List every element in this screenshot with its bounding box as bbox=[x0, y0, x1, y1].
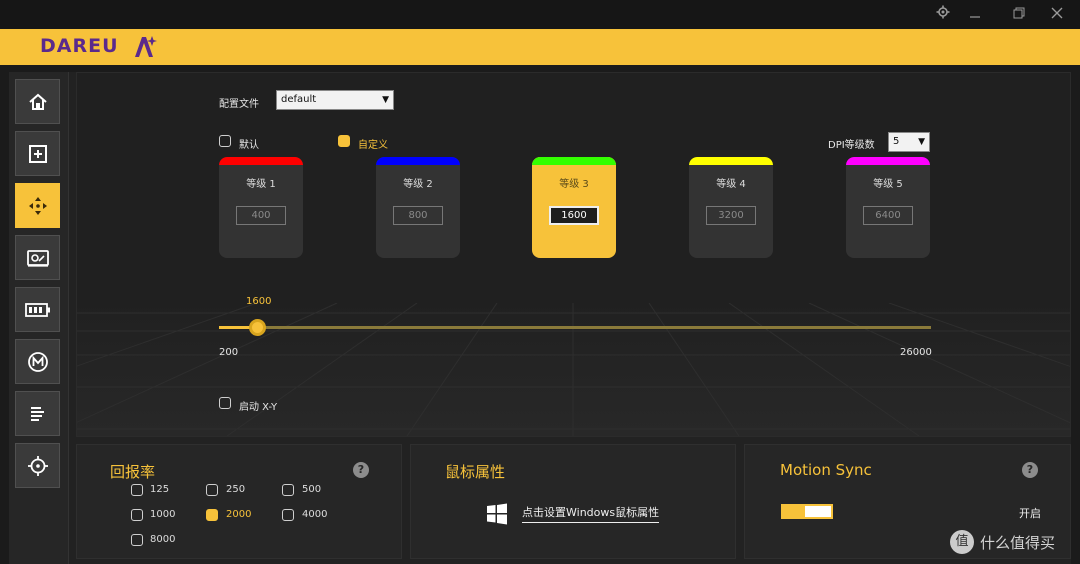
sidebar-item-dpi[interactable] bbox=[15, 183, 60, 228]
sidebar-item-home[interactable] bbox=[15, 79, 60, 124]
polling-rate-panel: 回报率 ? 125 250 500 1000 2000 4000 8000 bbox=[76, 444, 402, 559]
dpi-levels-value: 5 bbox=[893, 136, 900, 147]
rate-label-2000: 2000 bbox=[226, 509, 252, 520]
dpi-level-card-3[interactable]: 等级 3 1600 bbox=[532, 157, 616, 258]
dpi-levels-select[interactable]: 5 ▼ bbox=[888, 132, 930, 152]
rate-label-125: 125 bbox=[150, 484, 170, 495]
windows-mouse-settings-link[interactable]: 点击设置Windows鼠标属性 bbox=[522, 504, 660, 523]
rate-label-8000: 8000 bbox=[150, 534, 176, 545]
dpi-level-card-1[interactable]: 等级 1 400 bbox=[219, 157, 303, 258]
slider-current-value: 1600 bbox=[246, 296, 272, 307]
dpi-slider[interactable] bbox=[219, 319, 931, 336]
grid-floor-decoration bbox=[77, 303, 1070, 436]
watermark-text: 什么值得买 bbox=[980, 533, 1056, 552]
profile-select[interactable]: default ▼ bbox=[276, 90, 394, 110]
rate-label-1000: 1000 bbox=[150, 509, 176, 520]
rate-checkbox-250[interactable] bbox=[206, 484, 218, 496]
sidebar-item-performance[interactable] bbox=[15, 235, 60, 280]
default-mode-label: 默认 bbox=[239, 140, 259, 151]
dpi-levels-label: DPI等级数 bbox=[828, 140, 875, 151]
sidebar bbox=[9, 72, 69, 564]
level-value-input[interactable]: 800 bbox=[393, 206, 443, 225]
sidebar-item-buttons[interactable] bbox=[15, 131, 60, 176]
dpi-level-card-4[interactable]: 等级 4 3200 bbox=[689, 157, 773, 258]
watermark: 值 什么值得买 bbox=[950, 530, 1055, 554]
level-name: 等级 4 bbox=[716, 179, 746, 190]
rate-label-250: 250 bbox=[226, 484, 246, 495]
level-name: 等级 2 bbox=[403, 179, 433, 190]
level-value-input[interactable]: 6400 bbox=[863, 206, 913, 225]
close-icon[interactable] bbox=[1047, 5, 1067, 25]
rate-label-500: 500 bbox=[302, 484, 322, 495]
slider-max-label: 26000 bbox=[900, 347, 932, 358]
gear-icon[interactable] bbox=[933, 5, 953, 25]
level-name: 等级 1 bbox=[246, 179, 276, 190]
brand-bar: DAREU bbox=[0, 29, 1080, 65]
motion-sync-toggle[interactable] bbox=[781, 504, 833, 519]
restore-icon[interactable] bbox=[1009, 5, 1029, 25]
rate-checkbox-4000[interactable] bbox=[282, 509, 294, 521]
profile-label: 配置文件 bbox=[219, 99, 259, 110]
level-color-band bbox=[376, 157, 460, 165]
list-icon bbox=[30, 406, 44, 421]
rate-checkbox-8000[interactable] bbox=[131, 534, 143, 546]
toggle-knob bbox=[783, 506, 805, 517]
sidebar-item-calibration[interactable] bbox=[15, 443, 60, 488]
xy-checkbox[interactable] bbox=[219, 397, 231, 409]
polling-rate-title: 回报率 bbox=[110, 463, 156, 481]
battery-icon bbox=[24, 302, 50, 317]
help-icon[interactable]: ? bbox=[353, 462, 369, 478]
motion-sync-state: 开启 bbox=[1019, 507, 1041, 520]
level-value-input[interactable]: 1600 bbox=[549, 206, 599, 225]
level-color-band bbox=[219, 157, 303, 165]
dpi-level-card-5[interactable]: 等级 5 6400 bbox=[846, 157, 930, 258]
rate-checkbox-1000[interactable] bbox=[131, 509, 143, 521]
custom-mode-checkbox[interactable] bbox=[338, 135, 350, 147]
dpi-level-card-2[interactable]: 等级 2 800 bbox=[376, 157, 460, 258]
level-name: 等级 5 bbox=[873, 179, 903, 190]
sidebar-item-battery[interactable] bbox=[15, 287, 60, 332]
sensor-icon bbox=[26, 249, 49, 267]
rate-label-4000: 4000 bbox=[302, 509, 328, 520]
level-value-input[interactable]: 3200 bbox=[706, 206, 756, 225]
mouse-properties-panel: 鼠标属性 点击设置Windows鼠标属性 bbox=[410, 444, 736, 559]
help-icon[interactable]: ? bbox=[1022, 462, 1038, 478]
chevron-down-icon: ▼ bbox=[918, 137, 925, 147]
custom-mode-label: 自定义 bbox=[358, 140, 388, 151]
rate-checkbox-2000[interactable] bbox=[206, 509, 218, 521]
level-color-band bbox=[532, 157, 616, 165]
plus-square-icon bbox=[28, 144, 47, 163]
mouse-properties-title: 鼠标属性 bbox=[445, 463, 506, 481]
windows-icon bbox=[487, 503, 507, 525]
dpi-panel: 配置文件 default ▼ 默认 自定义 DPI等级数 5 ▼ 等级 1 40… bbox=[76, 72, 1071, 437]
xy-label: 启动 X-Y bbox=[239, 402, 278, 413]
default-mode-checkbox[interactable] bbox=[219, 135, 231, 147]
profile-select-value: default bbox=[281, 94, 317, 105]
level-color-band bbox=[846, 157, 930, 165]
title-bar bbox=[0, 0, 1080, 29]
crosshair-icon bbox=[27, 455, 48, 476]
level-value-input[interactable]: 400 bbox=[236, 206, 286, 225]
home-icon bbox=[28, 93, 47, 110]
sidebar-item-settings[interactable] bbox=[15, 391, 60, 436]
minimize-icon[interactable] bbox=[965, 5, 985, 25]
logo-mark-icon bbox=[135, 36, 157, 57]
motion-sync-title: Motion Sync bbox=[780, 461, 872, 479]
logo: DAREU bbox=[40, 35, 119, 57]
chevron-down-icon: ▼ bbox=[382, 95, 389, 105]
level-color-band bbox=[689, 157, 773, 165]
rate-checkbox-500[interactable] bbox=[282, 484, 294, 496]
sidebar-item-macro[interactable] bbox=[15, 339, 60, 384]
watermark-logo-icon: 值 bbox=[950, 530, 974, 554]
macro-m-icon bbox=[27, 351, 48, 372]
dpi-arrows-icon bbox=[28, 196, 47, 215]
rate-checkbox-125[interactable] bbox=[131, 484, 143, 496]
level-name: 等级 3 bbox=[559, 179, 589, 190]
slider-min-label: 200 bbox=[219, 347, 239, 358]
